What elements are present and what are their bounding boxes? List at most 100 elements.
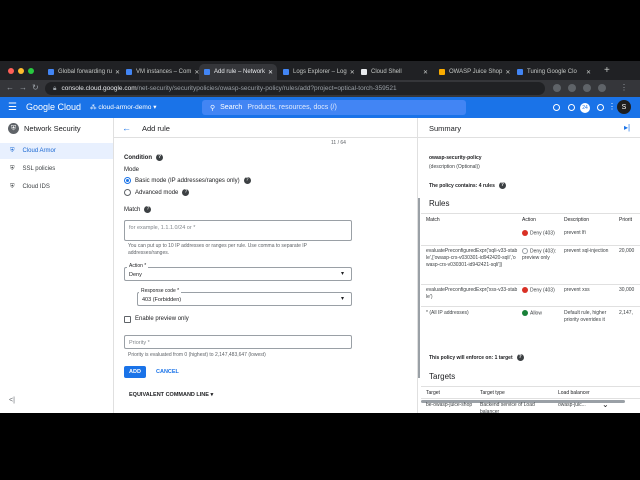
browser-tab[interactable]: Cloud Shell ✕ [356,64,433,80]
google-cloud-logo[interactable]: Google Cloud [26,102,81,112]
gift-icon[interactable] [553,104,560,111]
description-char-counter: 11 / 64 [331,140,346,146]
back-arrow-icon[interactable]: ← [6,83,14,92]
rule-action: Deny (403): preview only [522,248,562,262]
browser-tab[interactable]: Tuning Google Clo ✕ [512,64,596,80]
cloud-shell-icon[interactable] [568,104,575,111]
cancel-button[interactable]: CANCEL [156,369,179,375]
browser-tab[interactable]: OWASP Juice Shop ✕ [434,64,511,80]
tab-label: VM instances – Com [136,69,192,75]
forward-arrow-icon[interactable]: → [19,83,27,92]
collapse-sidebar-icon[interactable]: <| [9,397,15,404]
browser-tab[interactable]: VM instances – Com ✕ [121,64,199,80]
page-title: Add rule [142,124,170,133]
tab-favicon-icon [439,69,445,75]
column-header-action: Action [522,217,536,223]
reload-icon[interactable]: ↻ [32,83,39,92]
cloud-header: ☰ Google Cloud ⁂ cloud-armor-demo ▾ ⚲ Se… [0,97,640,118]
preview-only-checkbox[interactable] [124,316,131,323]
url-path: /net-security/securitypolicies/owasp-sec… [136,85,397,92]
bookmark-star-icon[interactable] [568,84,576,92]
tab-close-icon[interactable]: ✕ [583,69,591,76]
response-code-select[interactable]: 403 (Forbidden) [137,292,352,306]
menu-hamburger-icon[interactable]: ☰ [8,102,17,113]
match-input[interactable]: for example, 1.1.1.0/24 or * [124,220,352,241]
column-header-target: Target [426,390,440,396]
row-divider [421,398,640,399]
notifications-badge[interactable]: 24 [580,103,590,113]
match-help-text: You can put up to 10 IP addresses or ran… [128,243,307,256]
basic-mode-text: Basic mode (IP addresses/ranges only) [135,178,240,185]
equivalent-command-line-label: EQUIVALENT COMMAND LINE [129,392,209,398]
add-button[interactable]: ADD [124,366,146,378]
rule-priority: 20,000 [619,248,635,254]
sidebar-item-cloud-ids[interactable]: ⛨ Cloud IDS [0,179,113,195]
help-icon[interactable] [597,104,604,111]
browser-tab[interactable]: Logs Explorer – Log ✕ [278,64,355,80]
response-code-value: 403 (Forbidden) [142,297,182,303]
action-select-value: Deny [129,272,142,278]
chevron-down-icon: ▾ [341,271,345,277]
ids-icon: ⛨ [10,183,15,190]
back-arrow-button[interactable]: ← [122,123,131,133]
summary-title: Summary [429,124,462,133]
help-icon[interactable]: ? [498,182,506,189]
share-icon[interactable] [553,84,561,92]
advanced-mode-radio[interactable] [124,189,131,196]
deny-status-icon [522,230,528,236]
avatar[interactable]: S [617,100,631,114]
url-input[interactable]: 🔒︎ console.cloud.google.com/net-security/… [45,82,545,95]
rule-priority: 2,147, [619,310,633,316]
browser-tab-active[interactable]: Add rule – Network ✕ [199,64,277,80]
url-host: console.cloud.google.com [61,85,137,92]
sidebar-title-text: Network Security [24,124,81,133]
advanced-mode-label: Advanced mode? [135,189,190,196]
rule-match: evaluatePreconfiguredExpr('sqli-v33-stab… [426,248,518,268]
basic-mode-radio[interactable] [124,177,131,184]
help-icon[interactable]: ? [156,154,163,161]
tab-close-icon[interactable]: ✕ [347,69,355,76]
sidebar-item-cloud-armor[interactable]: ⛨ Cloud Armor [0,143,113,159]
help-icon[interactable]: ? [516,354,524,361]
rule-action: Deny (403) [522,287,562,294]
summary-scrollbar[interactable] [418,198,420,378]
summary-header: Summary ▸| [418,118,640,138]
browser-menu-icon[interactable]: ⋮ [620,83,628,92]
tab-close-icon[interactable]: ✕ [502,69,510,76]
action-select[interactable]: Deny [124,267,352,281]
maximize-window-button[interactable] [28,68,34,74]
lock-icon: ⛨ [10,165,15,172]
rules-heading: Rules [429,199,450,208]
tab-favicon-icon [283,69,289,75]
enforce-text-value: This policy will enforce on: 1 target [429,354,513,361]
match-label: Match? [124,206,152,213]
tab-close-icon[interactable]: ✕ [112,69,120,76]
sidebar-item-ssl-policies[interactable]: ⛨ SSL policies [0,161,113,177]
search-icon: ⚲ [210,104,216,112]
new-tab-button[interactable]: + [604,65,610,76]
help-icon[interactable]: ? [144,206,152,213]
more-options-icon[interactable]: ⋮ [608,102,616,111]
expand-chevron-icon[interactable]: ⌄ [602,400,609,411]
column-header-match: Match [426,217,440,223]
tab-close-icon[interactable]: ✕ [265,69,273,76]
equivalent-command-line-button[interactable]: EQUIVALENT COMMAND LINE ▾ [129,392,213,398]
extension-icon[interactable] [583,84,591,92]
target-load-balancer: owasp-juic... [558,402,586,408]
search-bar[interactable]: ⚲ Search Products, resources, docs (/) [202,100,466,115]
help-icon[interactable]: ? [182,189,190,196]
collapse-panel-icon[interactable]: ▸| [624,123,630,132]
tab-close-icon[interactable]: ✕ [191,69,199,76]
help-icon[interactable]: ? [243,177,251,184]
minimize-window-button[interactable] [18,68,24,74]
browser-tab[interactable]: Global forwarding ru ✕ [43,64,120,80]
priority-input[interactable]: Priority * [124,335,352,349]
column-header-load-balancer: Load balancer [558,390,590,396]
tab-close-icon[interactable]: ✕ [420,69,428,76]
project-selector[interactable]: ⁂ cloud-armor-demo ▾ [90,103,157,111]
tab-favicon-icon [204,69,210,75]
rule-priority: 30,000 [619,287,635,293]
close-window-button[interactable] [8,68,14,74]
profile-icon[interactable] [598,84,606,92]
mode-label: Mode [124,167,140,173]
